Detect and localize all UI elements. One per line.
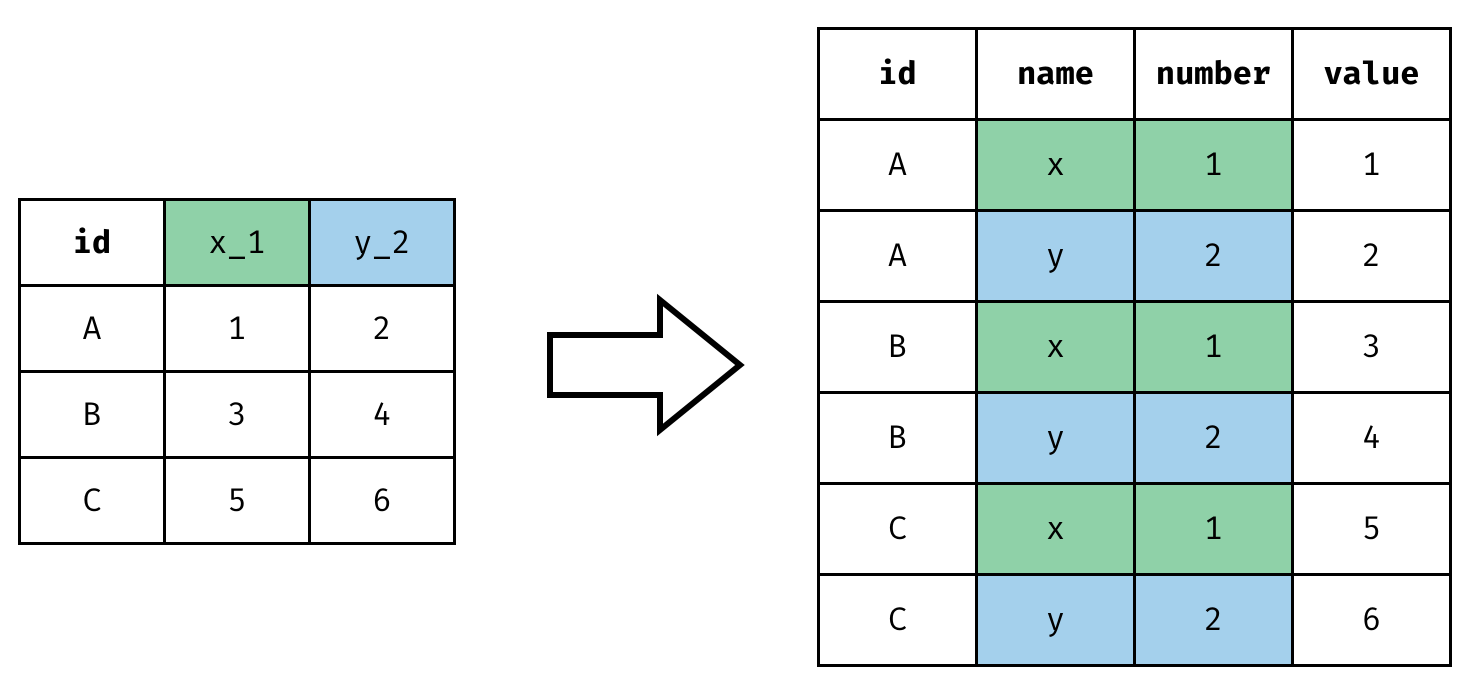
wide-cell-x1: 1 (165, 286, 310, 372)
wide-cell-y2: 4 (310, 372, 455, 458)
long-cell-value: 2 (1293, 211, 1451, 302)
long-table: id name number value A x 1 1 A y 2 2 B x (817, 27, 1452, 667)
long-table-row: A x 1 1 (819, 120, 1451, 211)
long-cell-name: x (977, 120, 1135, 211)
wide-cell-y2: 2 (310, 286, 455, 372)
long-cell-id: C (819, 484, 977, 575)
wide-cell-y2: 6 (310, 458, 455, 544)
long-cell-name: x (977, 484, 1135, 575)
long-cell-id: A (819, 120, 977, 211)
wide-cell-x1: 3 (165, 372, 310, 458)
long-cell-number: 1 (1135, 302, 1293, 393)
long-col-id: id (819, 29, 977, 120)
long-table-row: A y 2 2 (819, 211, 1451, 302)
long-col-value: value (1293, 29, 1451, 120)
wide-cell-id: A (20, 286, 165, 372)
long-table-header-row: id name number value (819, 29, 1451, 120)
long-cell-number: 1 (1135, 120, 1293, 211)
long-cell-id: B (819, 393, 977, 484)
long-cell-value: 6 (1293, 575, 1451, 666)
wide-col-y2: y_2 (310, 200, 455, 286)
long-cell-name: y (977, 393, 1135, 484)
wide-table-header-row: id x_1 y_2 (20, 200, 455, 286)
wide-col-x1: x_1 (165, 200, 310, 286)
long-cell-name: x (977, 302, 1135, 393)
wide-table-row: A 1 2 (20, 286, 455, 372)
long-cell-value: 4 (1293, 393, 1451, 484)
long-cell-id: C (819, 575, 977, 666)
long-table-row: C x 1 5 (819, 484, 1451, 575)
long-cell-number: 2 (1135, 393, 1293, 484)
right-arrow-icon (540, 290, 750, 440)
wide-cell-x1: 5 (165, 458, 310, 544)
wide-table-row: C 5 6 (20, 458, 455, 544)
long-col-number: number (1135, 29, 1293, 120)
wide-cell-id: C (20, 458, 165, 544)
long-cell-number: 2 (1135, 575, 1293, 666)
long-cell-value: 5 (1293, 484, 1451, 575)
long-cell-number: 1 (1135, 484, 1293, 575)
long-table-row: C y 2 6 (819, 575, 1451, 666)
long-cell-value: 3 (1293, 302, 1451, 393)
wide-table-row: B 3 4 (20, 372, 455, 458)
wide-col-id: id (20, 200, 165, 286)
long-cell-value: 1 (1293, 120, 1451, 211)
long-cell-name: y (977, 211, 1135, 302)
wide-cell-id: B (20, 372, 165, 458)
long-cell-id: A (819, 211, 977, 302)
diagram-stage: id x_1 y_2 A 1 2 B 3 4 C 5 6 (0, 0, 1474, 695)
long-table-row: B x 1 3 (819, 302, 1451, 393)
long-cell-name: y (977, 575, 1135, 666)
long-table-row: B y 2 4 (819, 393, 1451, 484)
long-col-name: name (977, 29, 1135, 120)
long-cell-id: B (819, 302, 977, 393)
long-cell-number: 2 (1135, 211, 1293, 302)
wide-table: id x_1 y_2 A 1 2 B 3 4 C 5 6 (18, 198, 456, 545)
